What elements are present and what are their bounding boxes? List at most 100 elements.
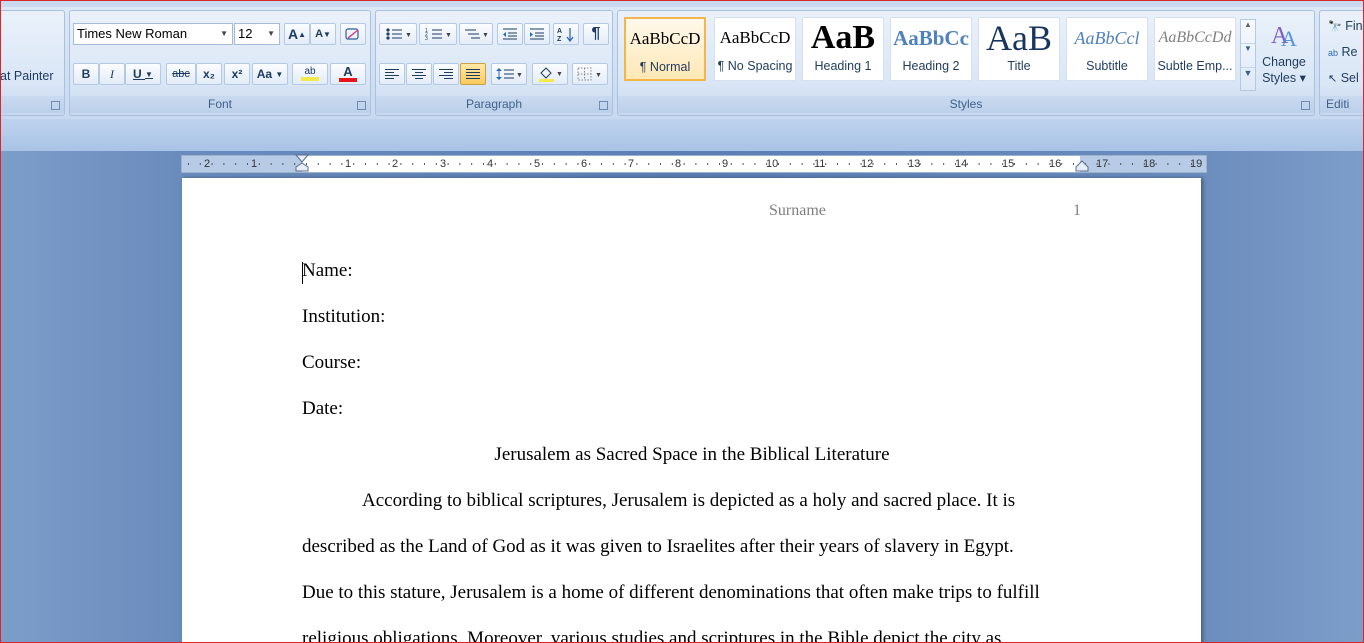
ruler-tick-label: 15 [1002,158,1015,170]
style-heading-2[interactable]: AaBbCc Heading 2 [890,17,972,81]
font-color-icon: A [343,64,353,79]
superscript-icon: x² [231,67,243,81]
right-indent-marker-icon[interactable] [1075,156,1089,172]
styles-group-label: Styles [618,96,1314,113]
numbering-button[interactable]: 1 2 3 ▼ [419,23,457,45]
style-subtle-emphasis[interactable]: AaBbCcDd Subtle Emp... [1154,17,1236,81]
gallery-down-icon[interactable]: ▼ [1241,44,1255,68]
ruler-tick-label: 3 [440,158,447,170]
justify-button[interactable] [460,63,486,85]
paragraph-line-4[interactable]: religious obligations. Moreover, various… [302,628,1001,642]
subscript-icon: x₂ [202,67,215,81]
replace-label: Re [1341,45,1358,59]
font-launcher-icon[interactable] [357,101,366,110]
font-name-value: Times New Roman [77,26,188,41]
name-line[interactable]: Name: [302,260,353,282]
paragraph-line-3[interactable]: Due to this stature, Jerusalem is a home… [302,582,1040,604]
style-subtitle[interactable]: AaBbCcl Subtitle [1066,17,1148,81]
font-color-button[interactable]: A [330,63,366,85]
gallery-more-icon[interactable]: ▼ [1241,68,1255,90]
align-center-button[interactable] [406,63,432,85]
decrease-indent-icon [503,28,517,40]
date-line[interactable]: Date: [302,398,343,420]
ruler-tick-label: 14 [955,158,968,170]
paint-bucket-icon: ▼ [539,67,563,82]
svg-text:A: A [557,28,562,35]
decrease-indent-button[interactable] [497,23,523,45]
highlight-button[interactable]: ab [292,63,328,85]
select-button[interactable]: ↖ Sel [1328,71,1359,85]
document-title[interactable]: Jerusalem as Sacred Space in the Biblica… [302,444,1082,466]
style-label: Title [1007,59,1031,73]
svg-text:▼: ▼ [445,32,451,39]
grow-font-icon: A [287,26,299,42]
style-no-spacing[interactable]: AaBbCcD ¶ No Spacing [714,17,796,81]
align-left-button[interactable] [379,63,405,85]
line-spacing-button[interactable]: ▼ [491,63,527,85]
style-sample: AaBbCcDd [1158,29,1232,46]
format-painter-button[interactable]: at Painter [1,69,54,83]
styles-launcher-icon[interactable] [1301,101,1310,110]
borders-button[interactable]: ▼ [572,63,608,85]
sort-icon: AZ [557,28,574,42]
multilevel-list-button[interactable]: ▼ [459,23,493,45]
paragraph-launcher-icon[interactable] [599,101,608,110]
align-right-icon [439,69,453,79]
ruler-tick-label: 19 [1190,158,1203,170]
show-formatting-marks-button[interactable]: ¶ [583,23,609,45]
underline-icon: U [133,67,142,81]
underline-button[interactable]: U ▼ [125,63,161,85]
font-color-bar [339,78,357,82]
replace-button[interactable]: ab Re [1328,45,1357,59]
ruler-tick-label: 2 [204,158,211,170]
change-styles-label-2: Styles ▾ [1262,71,1306,85]
bullets-button[interactable]: ▼ [379,23,417,45]
subscript-button[interactable]: x₂ [196,63,222,85]
paragraph-line-1[interactable]: According to biblical scriptures, Jerusa… [362,490,1015,512]
shading-button[interactable]: ▼ [532,63,568,85]
sort-button[interactable]: AZ [553,23,579,45]
font-name-combo[interactable]: Times New Roman ▼ [73,23,233,45]
ruler-tick-label: 1 [345,158,352,170]
ruler-tick-label: 2 [392,158,399,170]
ribbon: at Painter Times New Roman ▼ 12 ▼ A ▲ A ▼ [1,7,1363,120]
grow-font-button[interactable]: A ▲ [284,23,310,45]
superscript-button[interactable]: x² [224,63,250,85]
editing-group: 🔭 Fin ab Re ↖ Sel Editi [1319,10,1363,116]
institution-line[interactable]: Institution: [302,306,385,328]
clipboard-launcher-icon[interactable] [51,101,60,110]
gallery-scroll[interactable]: ▲ ▼ ▼ [1240,19,1256,91]
numbering-icon: 1 2 3 ▼ [425,28,451,41]
style-title[interactable]: AaB Title [978,17,1060,81]
style-label: Heading 1 [814,59,872,73]
increase-indent-button[interactable] [524,23,550,45]
strikethrough-button[interactable]: abc [166,63,196,85]
align-right-button[interactable] [433,63,459,85]
align-left-icon [385,69,399,79]
style-normal[interactable]: AaBbCcD ¶ Normal [624,17,706,81]
gallery-up-icon[interactable]: ▲ [1241,20,1255,44]
style-heading-1[interactable]: AaB Heading 1 [802,17,884,81]
ruler-tick-label: 11 [814,158,826,170]
clear-formatting-button[interactable] [340,23,366,45]
style-sample: AaBbCcD [629,29,701,48]
first-line-indent-marker-icon[interactable] [295,154,309,172]
find-button[interactable]: 🔭 Fin [1328,19,1363,33]
document-page[interactable]: Surname 1 Name: Institution: Course: Dat… [182,178,1201,642]
ruler-tick-label: 1 [251,158,258,170]
shrink-font-button[interactable]: A ▼ [310,23,336,45]
horizontal-ruler[interactable]: 2 1 1 2 3 4 5 6 7 8 9 10 11 12 13 14 15 … [181,154,1207,173]
course-line[interactable]: Course: [302,352,361,374]
change-styles-icon: A A [1271,23,1297,51]
svg-text:3: 3 [425,36,428,41]
svg-text:▼: ▼ [405,32,411,39]
change-styles-button[interactable]: A A Change Styles ▾ [1257,19,1311,95]
ruler-tick-label: 4 [487,158,494,170]
change-case-button[interactable]: Aa ▼ [252,63,288,85]
bold-button[interactable]: B [73,63,99,85]
italic-button[interactable]: I [99,63,125,85]
header-page-number: 1 [1073,202,1081,219]
font-size-combo[interactable]: 12 ▼ [234,23,280,45]
paragraph-line-2[interactable]: described as the Land of God as it was g… [302,536,1014,558]
svg-text:▼: ▼ [595,72,602,79]
